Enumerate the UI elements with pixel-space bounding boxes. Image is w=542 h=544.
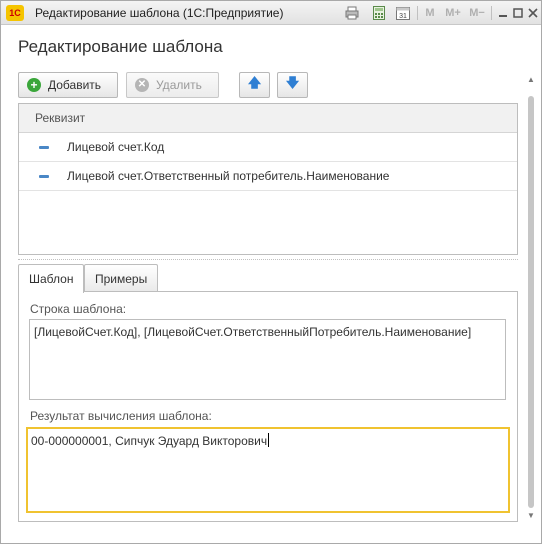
close-icon[interactable] [527,5,539,21]
scroll-down-icon[interactable]: ▼ [525,510,537,522]
table-cell: Лицевой счет.Код [67,140,165,154]
add-button-label: Добавить [48,78,102,92]
row-marker-icon [39,145,49,149]
delete-icon: ✕ [135,78,149,92]
column-header-label: Реквизит [35,111,86,125]
memory-add-button[interactable]: M+ [444,5,462,21]
column-header-attribute[interactable]: Реквизит [19,104,517,133]
memory-store-button[interactable]: M [424,5,436,21]
window-title: Редактирование шаблона (1С:Предприятие) [35,6,284,20]
toolbar-separator [417,6,418,20]
move-down-button[interactable]: 🡇 [277,72,308,98]
scroll-up-icon[interactable]: ▲ [525,74,537,86]
scrollbar-thumb[interactable] [528,96,534,508]
arrow-down-icon: 🡇 [285,75,300,90]
tab-label: Примеры [95,271,148,286]
svg-text:31: 31 [399,13,407,20]
delete-button-label: Удалить [156,78,202,92]
window: 1С Редактирование шаблона (1С:Предприяти… [0,0,542,544]
calculator-icon[interactable] [371,5,387,21]
calendar-icon[interactable]: 31 [395,5,411,21]
attributes-table[interactable]: Реквизит Лицевой счет.Код Лицевой счет.О… [18,103,518,255]
result-field[interactable]: 00-000000001, Сипчук Эдуард Викторович [26,427,510,513]
form-title: Редактирование шаблона [18,37,223,56]
splitter[interactable] [18,259,518,260]
template-string-field[interactable]: [ЛицевойСчет.Код], [ЛицевойСчет.Ответств… [29,319,506,400]
add-icon: + [27,78,41,92]
tab-examples[interactable]: Примеры [84,264,159,292]
arrow-up-icon: 🡅 [247,75,262,90]
tab-label: Шаблон [29,272,74,286]
maximize-icon[interactable] [512,5,524,21]
template-string-label: Строка шаблона: [30,302,127,316]
app-logo-icon[interactable]: 1С [6,5,24,21]
memory-subtract-button[interactable]: M− [468,5,486,21]
table-row[interactable]: Лицевой счет.Код [19,133,517,162]
add-button[interactable]: + Добавить [18,72,118,98]
move-up-button[interactable]: 🡅 [239,72,270,98]
print-icon[interactable] [344,5,360,21]
result-value: 00-000000001, Сипчук Эдуард Викторович [31,434,268,448]
text-cursor [268,433,270,447]
result-label: Результат вычисления шаблона: [30,409,212,423]
title-bar: 1С Редактирование шаблона (1С:Предприяти… [1,1,541,25]
delete-button[interactable]: ✕ Удалить [126,72,219,98]
tab-template[interactable]: Шаблон [18,264,85,293]
row-marker-icon [39,174,49,178]
table-row[interactable]: Лицевой счет.Ответственный потребитель.Н… [19,162,517,191]
table-cell: Лицевой счет.Ответственный потребитель.Н… [67,169,390,183]
vertical-scrollbar[interactable]: ▲ ▼ [525,74,537,522]
minimize-icon[interactable] [497,5,509,21]
toolbar-separator [491,6,492,20]
